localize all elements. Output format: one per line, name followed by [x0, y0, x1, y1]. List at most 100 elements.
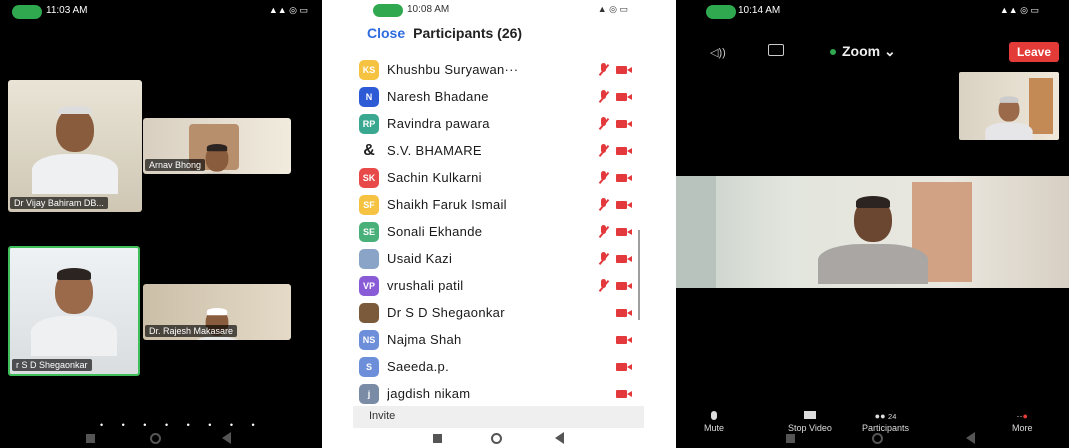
participant-avatar: VP	[359, 275, 379, 296]
participant-avatar	[359, 248, 379, 269]
participant-row[interactable]: KS Khushbu Suryawan···	[359, 56, 638, 83]
system-navbar	[353, 426, 644, 448]
video-tile[interactable]: Dr. Rajesh Makasare	[143, 284, 291, 340]
participants-count: 24	[888, 412, 897, 421]
invite-button[interactable]: Invite	[369, 410, 395, 422]
speaker-view-screen: 10:14 AM ▲▲ ◎ ▭ ◁)) Zoom ⌄ Leave Mute St…	[676, 0, 1069, 448]
participant-name: Shaikh Faruk Ismail	[387, 197, 507, 212]
video-camera-icon	[803, 411, 816, 419]
participant-avatar: j	[359, 383, 379, 404]
gallery-view-screen: 11:03 AM ▲▲ ◎ ▭ Dr Vijay Bahiram DB... A…	[0, 0, 322, 448]
home-icon[interactable]	[872, 433, 883, 444]
participant-name: Sonali Ekhande	[387, 224, 483, 239]
participants-header: Close Participants (26)	[353, 20, 644, 46]
video-off-icon	[616, 200, 632, 210]
recents-icon[interactable]	[433, 434, 442, 443]
participant-name: Sachin Kulkarni	[387, 170, 482, 185]
participant-name: Ravindra pawara	[387, 116, 490, 131]
participant-avatar: RP	[359, 113, 379, 134]
muted-mic-icon	[598, 251, 610, 266]
participant-row[interactable]: SF Shaikh Faruk Ismail	[359, 191, 638, 218]
leave-button[interactable]: Leave	[1008, 42, 1059, 62]
more-icon: ··●	[1016, 411, 1028, 421]
status-bar: 11:03 AM ▲▲ ◎ ▭	[0, 0, 322, 24]
participant-avatar	[359, 302, 379, 323]
muted-mic-icon	[598, 62, 610, 77]
video-off-icon	[616, 389, 632, 399]
participants-title: Participants (26)	[413, 25, 523, 41]
microphone-icon	[711, 411, 717, 420]
system-navbar	[676, 426, 1069, 448]
home-icon[interactable]	[150, 433, 161, 444]
app-label: Zoom	[842, 43, 881, 59]
participant-row[interactable]: NS Najma Shah	[359, 326, 638, 353]
self-video-thumbnail[interactable]	[959, 72, 1059, 140]
participant-avatar: S	[359, 356, 379, 377]
home-icon[interactable]	[491, 433, 502, 444]
signal-wifi-battery-icons: ▲▲ ◎ ▭	[268, 5, 308, 15]
video-off-icon	[616, 227, 632, 237]
video-off-icon	[616, 362, 632, 372]
participant-row[interactable]: SK Sachin Kulkarni	[359, 164, 638, 191]
participant-name: Najma Shah	[387, 332, 462, 347]
status-time: 10:14 AM	[738, 5, 781, 16]
participant-name-tag: r S D Shegaonkar	[12, 359, 92, 371]
video-tile[interactable]: Dr Vijay Bahiram DB...	[8, 80, 142, 212]
video-tile[interactable]: r S D Shegaonkar	[8, 246, 140, 376]
participant-row[interactable]: N Naresh Bhadane	[359, 83, 638, 110]
participant-row[interactable]: j jagdish nikam	[359, 380, 638, 407]
meeting-info-button[interactable]: Zoom ⌄	[842, 43, 896, 60]
signal-wifi-battery-icons: ▲ ◎ ▭	[597, 4, 628, 14]
participant-name: Dr S D Shegaonkar	[387, 305, 505, 320]
video-off-icon	[616, 146, 632, 156]
switch-camera-icon[interactable]	[768, 44, 784, 56]
video-tile[interactable]: Arnav Bhong	[143, 118, 291, 174]
participants-icon: ●● 24	[874, 411, 897, 421]
close-button[interactable]: Close	[367, 25, 405, 41]
muted-mic-icon	[598, 143, 610, 158]
back-icon[interactable]	[555, 432, 564, 444]
active-speaker-video[interactable]	[676, 176, 1069, 288]
participant-row[interactable]: Dr S D Shegaonkar	[359, 299, 638, 326]
video-off-icon	[616, 173, 632, 183]
back-icon[interactable]	[966, 432, 975, 444]
participant-row[interactable]: SE Sonali Ekhande	[359, 218, 638, 245]
video-off-icon	[616, 281, 632, 291]
video-off-icon	[616, 335, 632, 345]
participant-name: Khushbu Suryawan···	[387, 62, 519, 77]
meeting-top-bar: ◁)) Zoom ⌄ Leave	[676, 40, 1069, 64]
participant-row[interactable]: VP vrushali patil	[359, 272, 638, 299]
participant-avatar: SE	[359, 221, 379, 242]
video-off-icon	[616, 254, 632, 264]
participant-avatar: SK	[359, 167, 379, 188]
participants-screen: 10:08 AM ▲ ◎ ▭ Close Participants (26) K…	[353, 0, 644, 448]
video-off-icon	[616, 92, 632, 102]
participant-row[interactable]: Usaid Kazi	[359, 245, 638, 272]
recents-icon[interactable]	[86, 434, 95, 443]
participant-avatar: SF	[359, 194, 379, 215]
muted-mic-icon	[598, 224, 610, 239]
muted-mic-icon	[598, 278, 610, 293]
muted-mic-icon	[598, 197, 610, 212]
participant-name: Usaid Kazi	[387, 251, 453, 266]
participant-name: Saeeda.p.	[387, 359, 449, 374]
status-time: 11:03 AM	[46, 5, 88, 16]
participant-name: vrushali patil	[387, 278, 464, 293]
participant-row[interactable]: S Saeeda.p.	[359, 353, 638, 380]
muted-mic-icon	[598, 89, 610, 104]
speaker-icon[interactable]: ◁))	[710, 46, 726, 59]
muted-mic-icon	[598, 116, 610, 131]
participant-avatar: NS	[359, 329, 379, 350]
scrollbar[interactable]	[638, 230, 640, 320]
status-time: 10:08 AM	[407, 4, 450, 15]
recents-icon[interactable]	[786, 434, 795, 443]
participant-row[interactable]: & S.V. BHAMARE	[359, 137, 638, 164]
participant-avatar: KS	[359, 59, 379, 80]
call-indicator	[706, 5, 736, 19]
participant-name-tag: Dr. Rajesh Makasare	[145, 325, 238, 337]
participant-row[interactable]: RP Ravindra pawara	[359, 110, 638, 137]
participant-name-tag: Arnav Bhong	[145, 159, 206, 171]
status-bar: 10:14 AM ▲▲ ◎ ▭	[676, 0, 1069, 24]
participant-name: Naresh Bhadane	[387, 89, 489, 104]
back-icon[interactable]	[222, 432, 231, 444]
